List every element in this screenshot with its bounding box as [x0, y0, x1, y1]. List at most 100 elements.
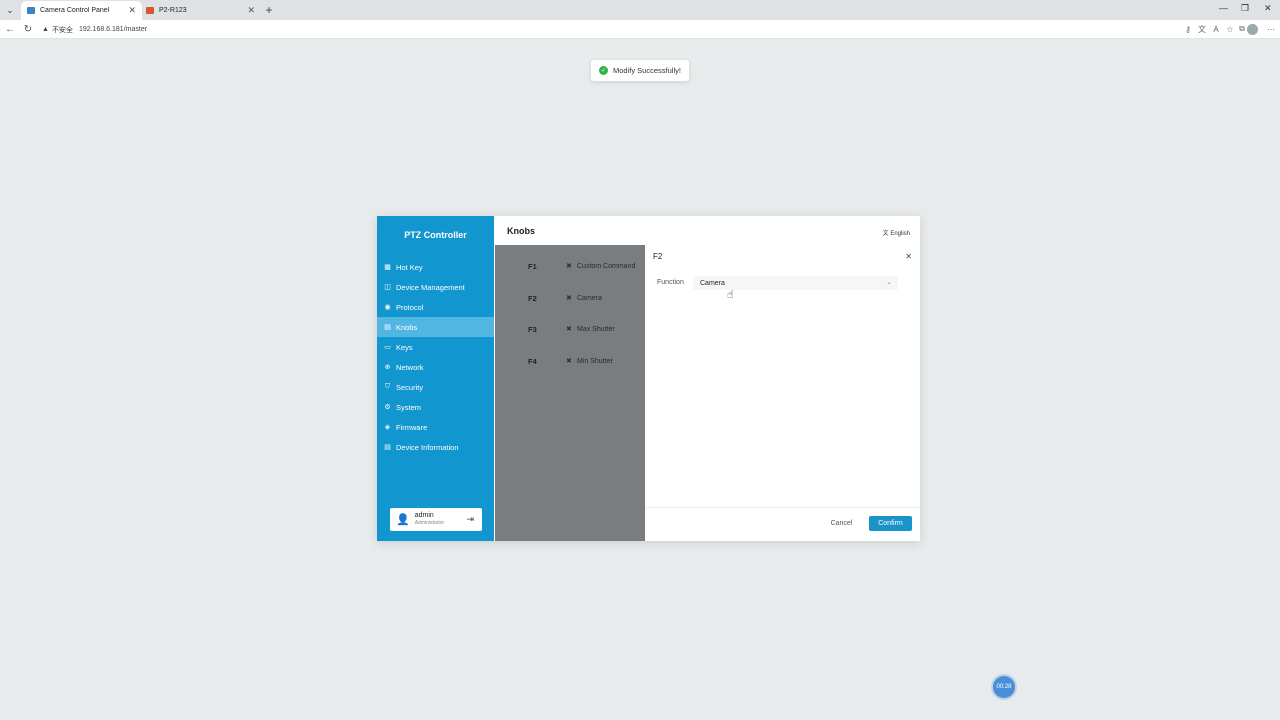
minimize-icon[interactable]: —	[1219, 3, 1228, 13]
globe-icon: ⊕	[384, 364, 391, 371]
warning-icon: ▲	[42, 26, 49, 33]
cross-icon: ✖	[566, 295, 572, 302]
sidebar-item-network[interactable]: ⊕ Network	[377, 357, 494, 377]
url-text: 192.168.6.181/master	[78, 26, 148, 33]
cross-icon: ✖	[566, 358, 572, 365]
profile-avatar-icon[interactable]	[1247, 24, 1258, 35]
sidebar-item-system[interactable]: ⚙ System	[377, 397, 494, 417]
new-tab-icon[interactable]: +	[262, 2, 276, 18]
back-icon[interactable]: ←	[4, 23, 16, 35]
sidebar-item-label: Firmware	[396, 422, 428, 432]
chevron-down-icon: ⌄	[886, 279, 892, 286]
knob-icon: ▤	[384, 324, 391, 331]
translate-icon: 文	[882, 231, 889, 237]
drawer-title: F2	[653, 252, 663, 261]
keyboard-icon: ▭	[384, 344, 391, 351]
knob-function: Custom Command	[577, 262, 636, 270]
sidebar: PTZ Controller ▦ Hot Key ◫ Device Manage…	[377, 216, 494, 541]
camera-icon: ◫	[384, 284, 391, 291]
tab-camera-control-panel[interactable]: Camera Control Panel ✕	[21, 1, 142, 20]
sidebar-item-label: Device Management	[396, 282, 465, 292]
user-card: 👤 admin Administrator ⇥	[390, 508, 482, 531]
more-menu-icon[interactable]: ⋯	[1266, 24, 1276, 34]
password-key-icon[interactable]: ⚷	[1183, 24, 1193, 34]
knob-list: F1 ✖ Custom Command F2 ✖ Camera F3 ✖ Max…	[495, 245, 645, 541]
read-aloud-icon[interactable]: A	[1211, 24, 1221, 34]
favorite-star-icon[interactable]: ☆	[1225, 24, 1235, 34]
list-item[interactable]: F2 ✖ Camera	[495, 291, 645, 305]
recording-timer-badge: 00:28	[993, 676, 1015, 698]
user-info: admin Administrator	[415, 512, 444, 527]
tab-title: P2-R123	[159, 7, 187, 14]
layers-icon: ◈	[384, 424, 391, 431]
sidebar-item-label: Network	[396, 362, 424, 372]
sidebar-item-label: Knobs	[396, 322, 418, 332]
cross-icon: ✖	[566, 263, 572, 270]
edit-knob-drawer: F2 ✕ Function Camera ⌄ ☝ Cancel Confirm	[645, 245, 920, 541]
main-header: Knobs 文 English	[494, 216, 920, 245]
user-role: Administrator	[414, 520, 445, 526]
success-toast: ✓ Modify Successfully!	[591, 60, 689, 81]
list-item[interactable]: F4 ✖ Min Shutter	[495, 354, 645, 368]
hotkey-icon: ▦	[384, 264, 391, 271]
list-item[interactable]: F3 ✖ Max Shutter	[495, 322, 645, 336]
sidebar-item-label: Keys	[396, 342, 413, 352]
function-select[interactable]: Camera ⌄	[693, 276, 898, 290]
tab-title: Camera Control Panel	[40, 7, 110, 14]
ptz-controller-panel: PTZ Controller ▦ Hot Key ◫ Device Manage…	[377, 216, 920, 541]
translate-icon[interactable]: 文	[1197, 24, 1207, 34]
knob-function: Max Shutter	[577, 325, 615, 333]
user-name: admin	[414, 512, 434, 519]
close-tab-icon[interactable]: ✕	[128, 5, 136, 16]
protocol-icon: ◉	[384, 304, 391, 311]
language-label: English	[890, 231, 910, 237]
function-label: Function	[657, 279, 684, 286]
function-selected-value: Camera	[700, 279, 725, 287]
cancel-button[interactable]: Cancel	[824, 516, 859, 531]
close-window-icon[interactable]: ✕	[1264, 3, 1272, 14]
reload-icon[interactable]: ↻	[22, 23, 34, 35]
brand-title: PTZ Controller	[404, 230, 467, 240]
sidebar-item-device-management[interactable]: ◫ Device Management	[377, 277, 494, 297]
cross-icon: ✖	[566, 326, 572, 333]
logout-icon[interactable]: ⇥	[466, 514, 474, 525]
sidebar-item-firmware[interactable]: ◈ Firmware	[377, 417, 494, 437]
restore-icon[interactable]: ❐	[1241, 3, 1249, 14]
knob-function: Camera	[577, 294, 602, 302]
pointer-hand-icon: ☝	[727, 289, 734, 301]
knob-key: F1	[528, 261, 537, 271]
list-item[interactable]: F1 ✖ Custom Command	[495, 259, 645, 273]
confirm-button[interactable]: Confirm	[869, 516, 912, 531]
sidebar-item-label: Protocol	[396, 302, 424, 312]
sidebar-item-knobs[interactable]: ▤ Knobs	[377, 317, 494, 337]
tab-search-icon[interactable]: ⌄	[2, 2, 18, 18]
sidebar-item-hot-key[interactable]: ▦ Hot Key	[377, 257, 494, 277]
insecure-label: 不安全	[51, 26, 73, 34]
knob-key: F2	[528, 293, 537, 303]
sidebar-item-device-information[interactable]: ▤ Device Information	[377, 437, 494, 457]
sidebar-item-label: Hot Key	[396, 262, 423, 272]
page-title: Knobs	[507, 226, 535, 236]
close-tab-icon[interactable]: ✕	[247, 5, 255, 16]
p2-favicon-icon	[146, 7, 154, 14]
browser-tab-bar: ⌄ Camera Control Panel ✕ P2-R123 ✕ + — ❐…	[0, 0, 1280, 20]
gear-icon: ⚙	[384, 404, 391, 411]
language-switch[interactable]: 文 English	[883, 228, 910, 237]
user-icon: 👤	[396, 514, 410, 526]
sidebar-item-label: Device Information	[396, 442, 459, 452]
sidebar-item-label: Security	[396, 382, 424, 392]
collections-icon[interactable]: ⧉	[1237, 24, 1247, 34]
sidebar-item-security[interactable]: ⛉ Security	[377, 377, 494, 397]
info-card-icon: ▤	[384, 444, 391, 451]
sidebar-item-protocol[interactable]: ◉ Protocol	[377, 297, 494, 317]
sidebar-item-label: System	[396, 402, 422, 412]
check-circle-icon: ✓	[599, 66, 608, 75]
drawer-footer-divider	[645, 507, 920, 508]
tab-p2-r123[interactable]: P2-R123 ✕	[140, 1, 261, 20]
url-field[interactable]: ▲ 不安全 192.168.6.181/master	[42, 23, 147, 36]
sidebar-item-keys[interactable]: ▭ Keys	[377, 337, 494, 357]
shield-icon: ⛉	[384, 383, 391, 390]
camera-panel-favicon-icon	[27, 7, 35, 14]
close-icon[interactable]: ✕	[905, 252, 912, 261]
address-bar: ← ↻ ▲ 不安全 192.168.6.181/master ⚷ 文 A ☆ ⧉…	[0, 20, 1280, 39]
